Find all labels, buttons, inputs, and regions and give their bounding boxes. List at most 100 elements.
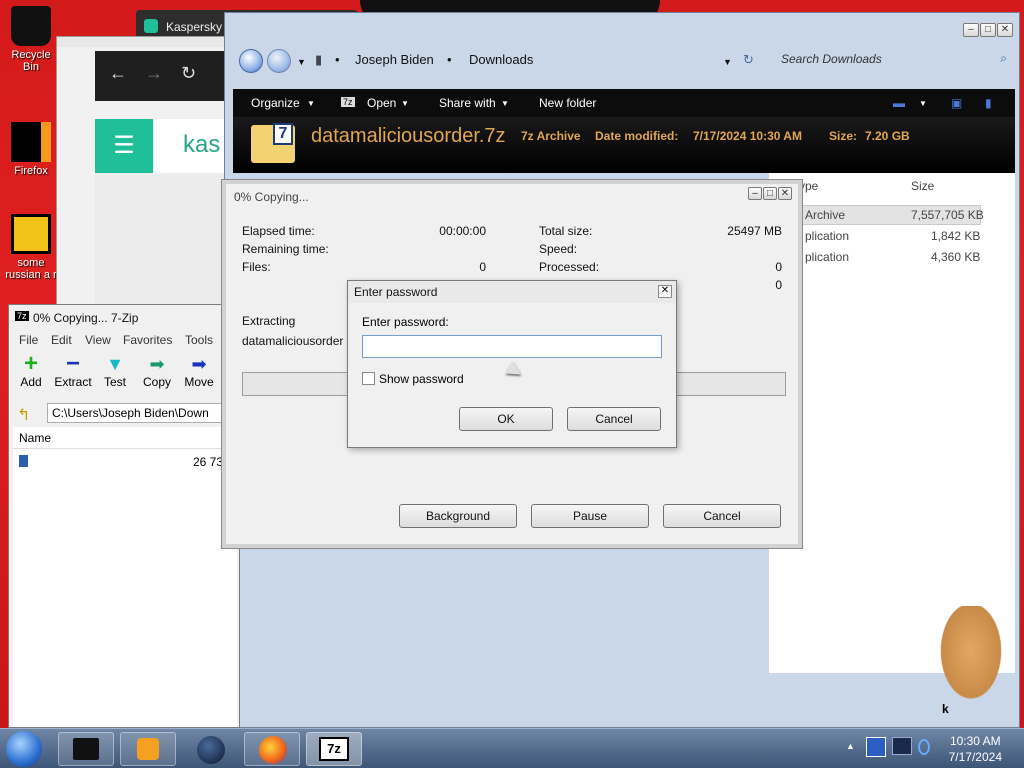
size-label: Size: — [829, 129, 858, 143]
row-type: Archive — [805, 208, 846, 222]
show-password-label[interactable]: Show password — [379, 372, 464, 386]
organize-button[interactable]: Organize — [251, 96, 300, 110]
toolbar-label: Add — [20, 375, 42, 389]
close-button[interactable]: ✕ — [778, 187, 792, 200]
cancel-button[interactable]: Cancel — [663, 504, 781, 528]
menu-view[interactable]: View — [85, 333, 111, 347]
refresh-icon[interactable]: ↻ — [743, 52, 754, 68]
toolbar-label: Copy — [142, 375, 171, 389]
forward-button[interactable] — [267, 49, 291, 73]
desktop-icon-document[interactable]: some russian a r — [2, 214, 60, 281]
show-password-checkbox[interactable] — [362, 372, 375, 385]
row-type[interactable]: plication — [805, 229, 849, 243]
address-bar: ▼ ▮ • Joseph Biden • Downloads ▼ ↻ Searc… — [225, 33, 1019, 85]
background-button[interactable]: Background — [399, 504, 517, 528]
menu-file[interactable]: File — [19, 333, 38, 347]
column-size[interactable]: Size — [911, 179, 934, 193]
tab-title: Kaspersky F — [166, 20, 233, 34]
total-size-label: Total size: — [539, 224, 593, 238]
volume-icon[interactable] — [918, 739, 930, 755]
search-input[interactable]: Search Downloads ⌕ — [773, 47, 1015, 71]
back-icon[interactable]: ← — [109, 63, 127, 84]
folder-up-icon[interactable]: ↰ — [17, 405, 30, 425]
extract-button[interactable]: − Extract — [53, 352, 93, 390]
menu-favorites[interactable]: Favorites — [123, 333, 172, 347]
document-icon — [11, 214, 51, 254]
address-dropdown-icon[interactable]: ▼ — [723, 57, 732, 67]
reload-icon[interactable]: ↻ — [181, 63, 196, 84]
file-type: 7z Archive — [521, 129, 581, 143]
taskbar-media-player[interactable] — [120, 732, 176, 766]
7z-icon: 7z — [341, 97, 355, 107]
desktop-icon-firefox[interactable]: Firefox — [2, 122, 60, 177]
column-name[interactable]: Name — [13, 427, 237, 449]
folder-icon: ▮ — [315, 52, 323, 67]
taskbar-globe[interactable] — [182, 732, 238, 766]
add-icon: + — [23, 350, 38, 377]
remaining-time-label: Remaining time: — [242, 242, 329, 256]
partial-text: k — [942, 702, 949, 716]
taskbar-7zip[interactable]: 7z — [306, 732, 362, 766]
forward-icon[interactable]: → — [145, 63, 163, 84]
kaspersky-logo: kas — [183, 131, 221, 158]
breadcrumb-joseph-biden[interactable]: Joseph Biden — [355, 52, 434, 67]
add-button[interactable]: + Add — [11, 350, 51, 390]
action-center-icon[interactable] — [892, 737, 912, 755]
toolbar-label: Extract — [54, 375, 92, 389]
network-icon[interactable] — [866, 737, 886, 757]
search-placeholder: Search Downloads — [781, 52, 882, 66]
share-with-button[interactable]: Share with — [439, 96, 496, 110]
desktop-icon-recycle-bin[interactable]: Recycle Bin — [2, 6, 60, 73]
back-button[interactable] — [239, 49, 263, 73]
window-controls: – □ ✕ — [748, 187, 792, 200]
preview-pane-icon[interactable]: ▣ — [951, 96, 962, 110]
menu-bar: File Edit View Favorites Tools — [9, 331, 239, 349]
firefox-icon — [259, 736, 287, 764]
show-hidden-icons-icon[interactable]: ▲ — [846, 741, 855, 751]
size-value: 7.20 GB — [865, 129, 910, 143]
chevron-down-icon: ▼ — [401, 99, 409, 108]
path-field[interactable]: C:\Users\Joseph Biden\Down — [47, 403, 237, 423]
7zip-icon: 7z — [319, 737, 349, 761]
file-list: ype Size Archive 7,557,705 KB plication … — [769, 173, 1015, 673]
open-button[interactable]: Open — [367, 96, 396, 110]
row-type[interactable]: plication — [805, 250, 849, 264]
clock-date: 7/17/2024 — [948, 750, 1002, 764]
taskbar-terminal[interactable] — [58, 732, 114, 766]
elapsed-time-label: Elapsed time: — [242, 224, 315, 238]
chevron-down-icon[interactable]: ▼ — [919, 99, 927, 108]
password-input[interactable] — [362, 335, 662, 358]
close-icon[interactable]: ✕ — [658, 285, 672, 298]
start-orb-icon[interactable] — [6, 731, 42, 767]
extracting-label: Extracting — [242, 314, 296, 328]
breadcrumb-downloads[interactable]: Downloads — [469, 52, 533, 67]
menu-tools[interactable]: Tools — [185, 333, 213, 347]
processed-value: 0 — [775, 260, 782, 274]
help-icon[interactable]: ▮ — [985, 96, 992, 110]
file-name: datamaliciousorder.7z — [311, 125, 506, 147]
command-bar: Organize ▼ 7z Open ▼ Share with ▼ New fo… — [233, 89, 1015, 117]
menu-edit[interactable]: Edit — [51, 333, 72, 347]
media-player-icon — [137, 738, 159, 760]
hamburger-menu-icon[interactable]: ☰ — [95, 119, 153, 173]
recent-pages-icon[interactable]: ▼ — [297, 57, 306, 67]
taskbar-firefox[interactable] — [244, 732, 300, 766]
test-button[interactable]: ▼ Test — [95, 353, 135, 389]
search-icon[interactable]: ⌕ — [1000, 51, 1007, 66]
copy-button[interactable]: ➡ Copy — [137, 353, 177, 389]
minimize-button[interactable]: – — [748, 187, 762, 200]
desktop-icon-label: Recycle Bin — [11, 49, 51, 73]
desktop-icon-label: Firefox — [14, 165, 48, 177]
cancel-button[interactable]: Cancel — [567, 407, 661, 431]
ok-button[interactable]: OK — [459, 407, 553, 431]
details-pane: 7 datamaliciousorder.7z 7z Archive Date … — [233, 117, 1015, 173]
7zip-file-manager: 7z 0% Copying... 7-Zip File Edit View Fa… — [8, 304, 240, 728]
pause-button[interactable]: Pause — [531, 504, 649, 528]
breadcrumb-separator: • — [335, 52, 340, 67]
change-view-icon[interactable]: ▬ — [893, 96, 905, 110]
clock[interactable]: 10:30 AM 7/17/2024 — [949, 733, 1002, 765]
kaspersky-icon — [144, 19, 158, 33]
maximize-button[interactable]: □ — [763, 187, 777, 200]
new-folder-button[interactable]: New folder — [539, 96, 596, 110]
move-button[interactable]: ➡ Move — [179, 353, 219, 389]
